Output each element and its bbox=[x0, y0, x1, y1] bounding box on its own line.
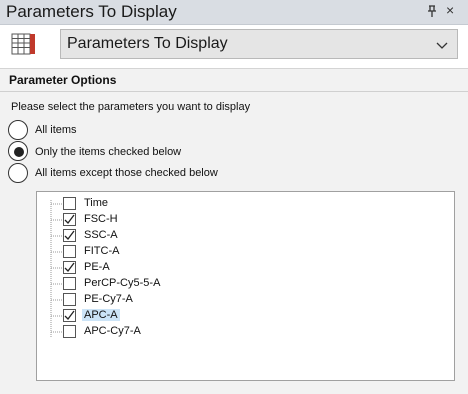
tree-item[interactable]: PE-A bbox=[61, 260, 261, 276]
radio-all-items[interactable] bbox=[8, 120, 30, 140]
panel-titlebar: Parameters To Display × bbox=[0, 0, 468, 25]
checkbox[interactable] bbox=[63, 229, 76, 242]
checkmark-icon bbox=[64, 230, 75, 240]
radio-label-all-except: All items except those checked below bbox=[35, 167, 218, 179]
radio-only-checked[interactable] bbox=[8, 141, 30, 161]
pin-icon[interactable] bbox=[425, 4, 439, 18]
tree-item-label: PerCP-Cy5-5-A bbox=[84, 277, 161, 289]
tree-item[interactable]: FSC-H bbox=[61, 212, 261, 228]
tree-item[interactable]: FITC-A bbox=[61, 244, 261, 260]
tree-item[interactable]: Time bbox=[61, 196, 261, 212]
tree-item-label: APC-A bbox=[82, 309, 120, 321]
view-select-value: Parameters To Display bbox=[67, 35, 228, 52]
tree-item[interactable]: SSC-A bbox=[61, 228, 261, 244]
radio-label-all-items: All items bbox=[35, 124, 77, 136]
checkbox[interactable] bbox=[63, 325, 76, 338]
checkmark-icon bbox=[64, 310, 75, 320]
close-icon[interactable]: × bbox=[446, 2, 454, 18]
section-divider bbox=[0, 91, 468, 92]
tree-item-label: Time bbox=[84, 197, 109, 209]
tree-item-label: PE-Cy7-A bbox=[84, 293, 133, 305]
tree-item-selected[interactable]: APC-A bbox=[61, 308, 261, 324]
checkbox[interactable] bbox=[63, 261, 76, 274]
checkbox[interactable] bbox=[63, 245, 76, 258]
section-title: Parameter Options bbox=[9, 73, 117, 87]
checkbox[interactable] bbox=[63, 293, 76, 306]
radio-circle bbox=[8, 141, 28, 161]
radio-circle bbox=[8, 120, 28, 140]
checkbox[interactable] bbox=[63, 213, 76, 226]
radio-all-except[interactable] bbox=[8, 163, 30, 183]
tree-item[interactable]: APC-Cy7-A bbox=[61, 324, 261, 340]
checkbox[interactable] bbox=[63, 277, 76, 290]
checkmark-icon bbox=[64, 262, 75, 272]
radio-dot bbox=[14, 147, 24, 157]
checkbox[interactable] bbox=[63, 197, 76, 210]
tree-item-label: FSC-H bbox=[84, 213, 118, 225]
tree-item-label: PE-A bbox=[84, 261, 110, 273]
tree-item[interactable]: PE-Cy7-A bbox=[61, 292, 261, 308]
grid-table-icon bbox=[11, 33, 37, 55]
checkbox[interactable] bbox=[63, 309, 76, 322]
tree-item-label: FITC-A bbox=[84, 245, 120, 257]
radio-circle bbox=[8, 163, 28, 183]
tree-item[interactable]: PerCP-Cy5-5-A bbox=[61, 276, 261, 292]
panel-title: Parameters To Display bbox=[6, 2, 177, 21]
instruction-text: Please select the parameters you want to… bbox=[11, 101, 251, 113]
chevron-down-icon bbox=[436, 38, 448, 50]
checkmark-icon bbox=[64, 214, 75, 224]
parameter-tree[interactable]: Time FSC-H SSC-A FITC-A PE-A PerCP-Cy5-5… bbox=[36, 191, 455, 381]
view-select[interactable]: Parameters To Display bbox=[60, 29, 458, 59]
tree-item-label: SSC-A bbox=[84, 229, 118, 241]
radio-label-only-checked: Only the items checked below bbox=[35, 146, 182, 158]
tree-item-label: APC-Cy7-A bbox=[84, 325, 141, 337]
